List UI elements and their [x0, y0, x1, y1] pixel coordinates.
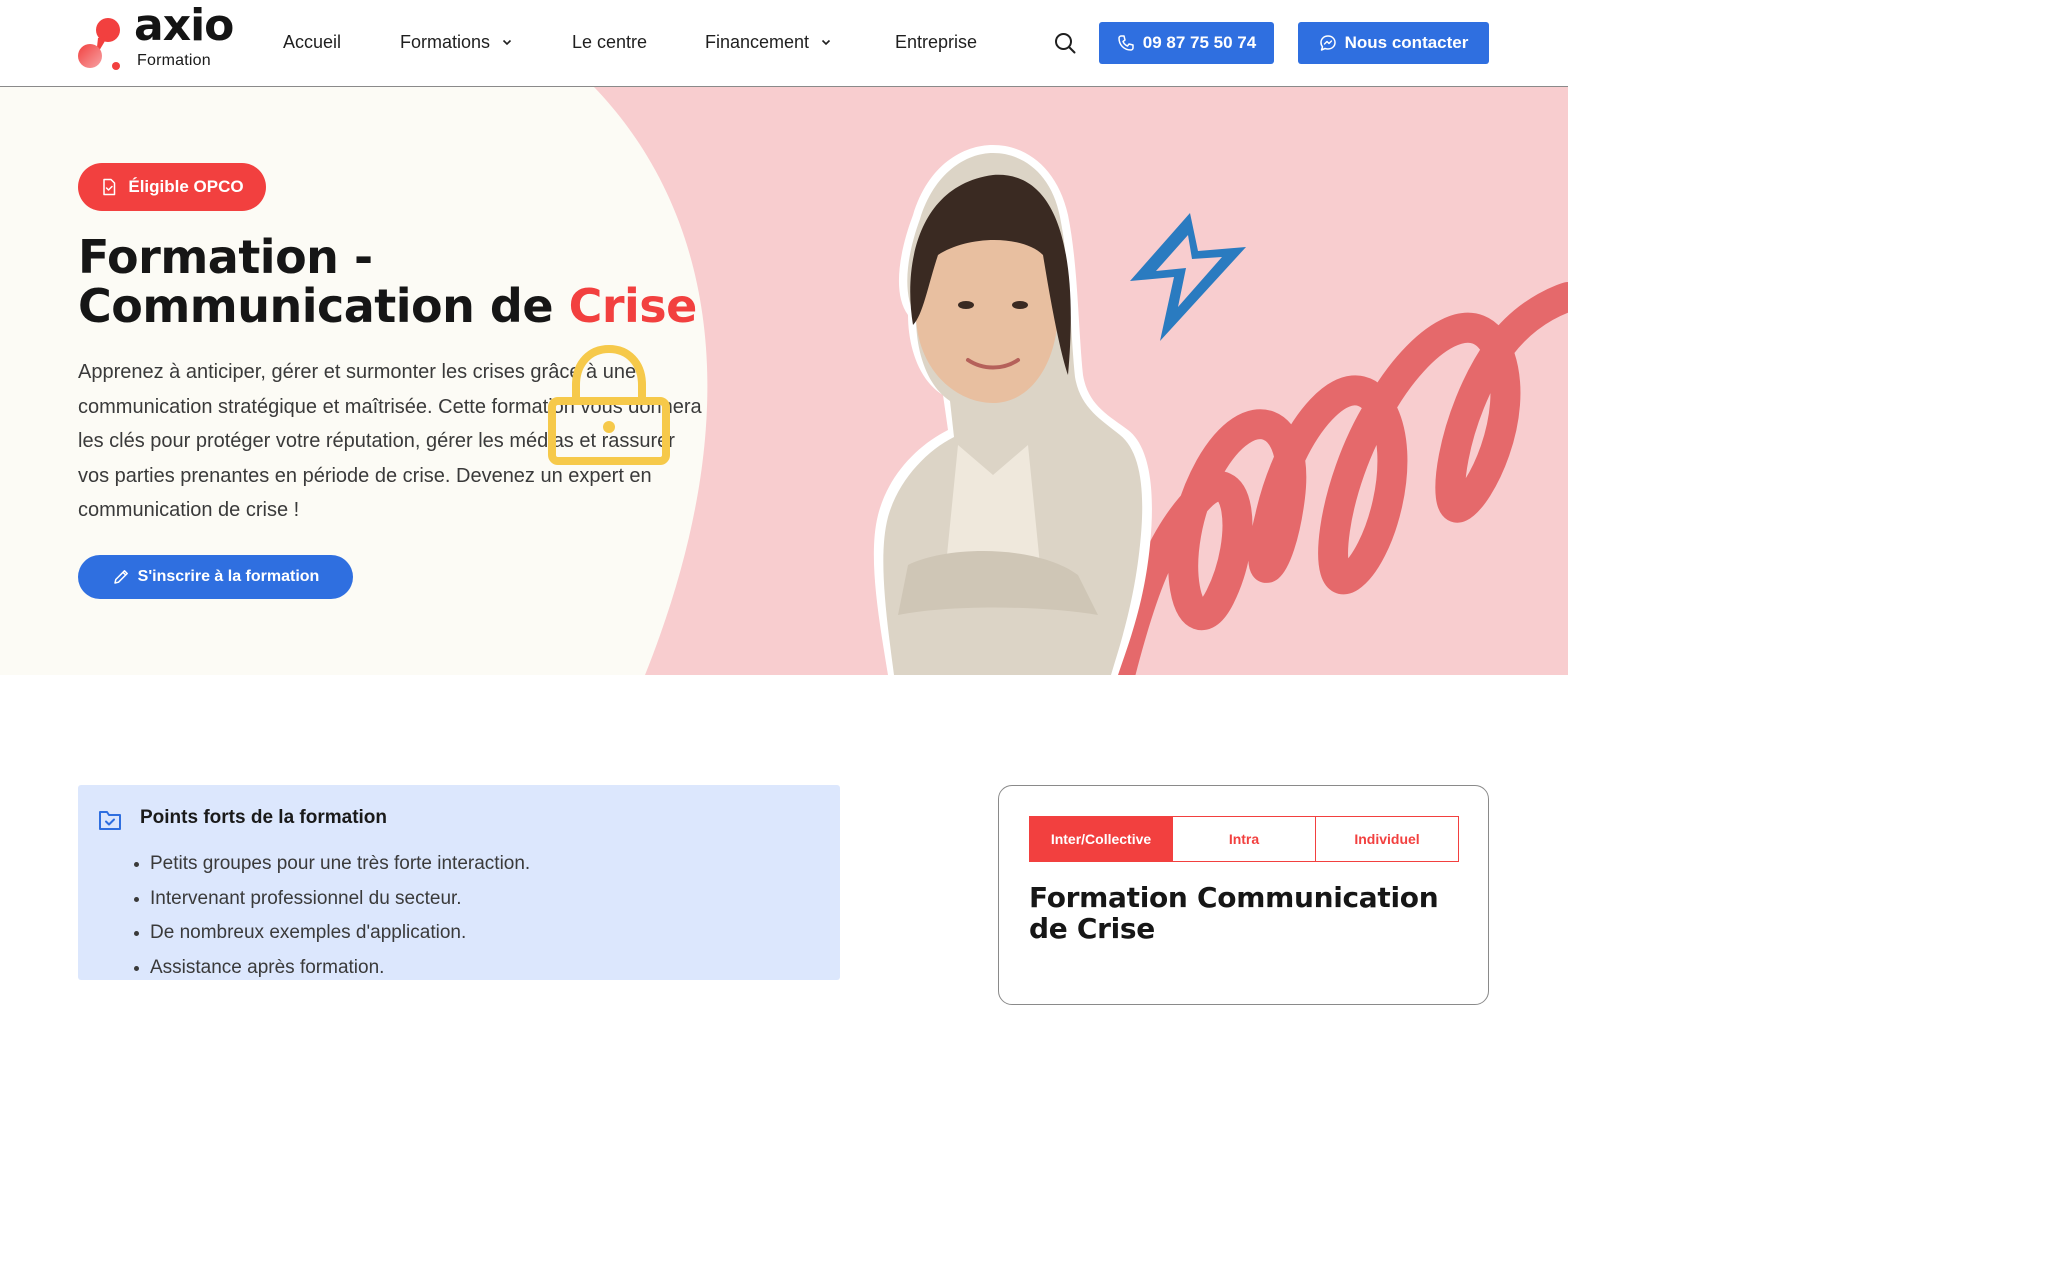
nav-item-le-centre[interactable]: Le centre: [572, 32, 647, 53]
logo-mark-icon: [78, 18, 120, 70]
register-button[interactable]: S'inscrire à la formation: [78, 555, 353, 599]
brand-subtitle: Formation: [137, 52, 211, 69]
card-title: Formation Communication de Crise: [1029, 881, 1439, 945]
format-tabs: Inter/Collective Intra Individuel: [1029, 816, 1459, 862]
list-item: Assistance après formation.: [133, 951, 530, 986]
site-header: axio Formation Accueil Formations Le cen…: [0, 0, 1568, 87]
nav-label: Formations: [400, 31, 491, 52]
opco-badge: Éligible OPCO: [78, 163, 266, 211]
folder-check-icon: [99, 811, 121, 830]
chevron-down-icon: [821, 39, 831, 46]
lock-icon: [548, 345, 670, 465]
phone-number: 09 87 75 50 74: [1142, 33, 1257, 52]
page-title: Formation - Communication de Crise: [78, 233, 738, 331]
instructor-portrait: [873, 145, 1152, 675]
document-check-icon: [103, 178, 116, 196]
badge-label: Éligible OPCO: [128, 177, 244, 196]
contact-label: Nous contacter: [1344, 33, 1469, 52]
chevron-down-icon: [502, 39, 512, 46]
highlights-list: Petits groupes pour une très forte inter…: [133, 847, 530, 986]
tab-intra[interactable]: Intra: [1173, 817, 1316, 861]
nav-item-formations[interactable]: Formations: [400, 32, 512, 53]
highlights-box: Points forts de la formation Petits grou…: [78, 785, 840, 980]
search-icon[interactable]: [1052, 30, 1078, 56]
title-main: Formation - Communication de: [78, 230, 569, 333]
hero-section: Éligible OPCO Formation - Communication …: [0, 87, 1568, 675]
phone-icon: [1118, 35, 1134, 51]
list-item: Petits groupes pour une très forte inter…: [133, 847, 530, 882]
brand-name: axio: [134, 0, 234, 51]
nav-label: Financement: [705, 31, 810, 52]
phone-button[interactable]: 09 87 75 50 74: [1099, 22, 1274, 64]
formation-card: Inter/Collective Intra Individuel Format…: [998, 785, 1489, 1005]
tab-inter-collective[interactable]: Inter/Collective: [1030, 817, 1173, 861]
highlights-title: Points forts de la formation: [140, 807, 388, 828]
list-item: Intervenant professionnel du secteur.: [133, 882, 530, 917]
list-item: De nombreux exemples d'application.: [133, 916, 530, 951]
nav-item-accueil[interactable]: Accueil: [283, 32, 341, 53]
nav-label: Entreprise: [895, 31, 978, 52]
cta-label: S'inscrire à la formation: [137, 568, 320, 585]
nav-label: Accueil: [283, 31, 342, 52]
chat-icon: [1319, 35, 1336, 51]
nav-label: Le centre: [572, 31, 648, 52]
tab-individuel[interactable]: Individuel: [1316, 817, 1458, 861]
pencil-icon: [113, 570, 128, 584]
nav-item-entreprise[interactable]: Entreprise: [895, 32, 977, 53]
title-accent: Crise: [568, 279, 698, 333]
nav-item-financement[interactable]: Financement: [705, 32, 831, 53]
brand-logo[interactable]: axio Formation: [78, 4, 248, 72]
contact-button[interactable]: Nous contacter: [1298, 22, 1489, 64]
